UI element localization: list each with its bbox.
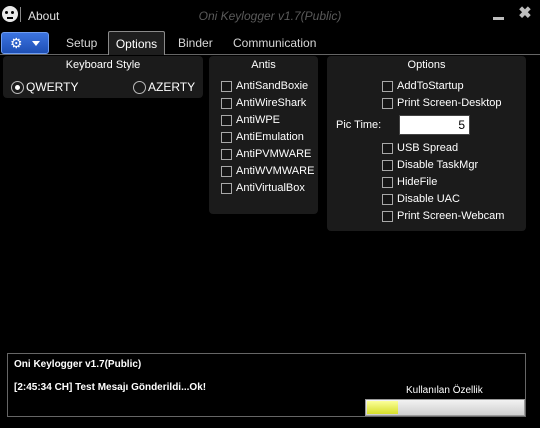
antipvmware-option[interactable]: AntiPVMWARE — [221, 148, 311, 160]
disable-uac-option[interactable]: Disable UAC — [382, 193, 460, 205]
print-screen-desktop-checkbox[interactable] — [382, 97, 393, 109]
antiwvmware-checkbox[interactable] — [221, 165, 232, 177]
print-screen-desktop-option[interactable]: Print Screen-Desktop — [382, 97, 502, 109]
print-screen-webcam-checkbox[interactable] — [382, 210, 393, 222]
gear-icon: ⚙ — [10, 35, 23, 51]
options-title: Options — [407, 59, 446, 71]
status-box: Oni Keylogger v1.7(Public) [2:45:34 CH] … — [7, 353, 526, 417]
title-bar: About Oni Keylogger v1.7(Public) ✖ — [0, 0, 540, 30]
status-title: Oni Keylogger v1.7(Public) — [14, 359, 142, 370]
antis-title: Antis — [251, 59, 276, 71]
feature-progress-fill — [367, 401, 398, 414]
disable-taskmgr-label: Disable TaskMgr — [397, 159, 479, 171]
azerty-label: AZERTY — [148, 80, 196, 94]
antivirtualbox-option[interactable]: AntiVirtualBox — [221, 182, 305, 194]
disable-taskmgr-option[interactable]: Disable TaskMgr — [382, 159, 478, 171]
usb-spread-checkbox[interactable] — [382, 142, 393, 154]
antiemulation-checkbox[interactable] — [221, 131, 232, 143]
tab-options-label: Options — [115, 37, 158, 51]
antisandboxie-option[interactable]: AntiSandBoxie — [221, 80, 308, 92]
print-screen-webcam-label: Print Screen-Webcam — [397, 210, 505, 222]
addtostartup-option[interactable]: AddToStartup — [382, 80, 464, 92]
hidefile-checkbox[interactable] — [382, 176, 393, 188]
disable-taskmgr-checkbox[interactable] — [382, 159, 393, 171]
disable-uac-checkbox[interactable] — [382, 193, 393, 205]
azerty-radio-button[interactable] — [133, 80, 146, 94]
qwerty-label: QWERTY — [26, 80, 79, 94]
feature-progress-bar — [365, 399, 525, 416]
qwerty-radio[interactable]: QWERTY — [11, 80, 78, 94]
status-message: [2:45:34 CH] Test Mesajı Gönderildi...Ok… — [14, 382, 207, 393]
antipvmware-checkbox[interactable] — [221, 148, 232, 160]
antivirtualbox-label: AntiVirtualBox — [236, 182, 305, 194]
antiwpe-checkbox[interactable] — [221, 114, 232, 126]
tab-binder[interactable]: Binder — [178, 36, 213, 50]
usb-spread-option[interactable]: USB Spread — [382, 142, 458, 154]
antiwireshark-option[interactable]: AntiWireShark — [221, 97, 306, 109]
tab-options[interactable]: Options — [108, 31, 165, 55]
addtostartup-checkbox[interactable] — [382, 80, 393, 92]
antivirtualbox-checkbox[interactable] — [221, 182, 232, 194]
pic-time-label: Pic Time: — [336, 119, 382, 131]
tab-communication[interactable]: Communication — [233, 36, 316, 50]
antiwvmware-option[interactable]: AntiWVMWARE — [221, 165, 314, 177]
azerty-radio[interactable]: AZERTY — [133, 80, 195, 94]
usb-spread-label: USB Spread — [397, 142, 459, 154]
window-title: Oni Keylogger v1.7(Public) — [198, 9, 342, 23]
close-icon[interactable]: ✖ — [517, 5, 533, 23]
antiwireshark-label: AntiWireShark — [236, 97, 307, 109]
minimize-icon[interactable] — [492, 8, 506, 22]
antiwvmware-label: AntiWVMWARE — [236, 165, 315, 177]
qwerty-radio-button[interactable] — [11, 80, 24, 94]
disable-uac-label: Disable UAC — [397, 193, 460, 205]
hidefile-option[interactable]: HideFile — [382, 176, 437, 188]
tab-setup[interactable]: Setup — [66, 36, 97, 50]
addtostartup-label: AddToStartup — [397, 80, 464, 92]
antiwireshark-checkbox[interactable] — [221, 97, 232, 109]
print-screen-webcam-option[interactable]: Print Screen-Webcam — [382, 210, 504, 222]
feature-label: Kullanılan Özellik — [406, 385, 483, 396]
antipvmware-label: AntiPVMWARE — [236, 148, 312, 160]
antiemulation-option[interactable]: AntiEmulation — [221, 131, 304, 143]
antisandboxie-label: AntiSandBoxie — [236, 80, 309, 92]
print-screen-desktop-label: Print Screen-Desktop — [397, 97, 502, 109]
hidefile-label: HideFile — [397, 176, 438, 188]
app-menu-button[interactable]: ⚙ — [1, 32, 49, 54]
pic-time-input[interactable]: 5 — [399, 115, 470, 135]
chevron-down-icon — [32, 41, 40, 46]
keyboard-style-title: Keyboard Style — [65, 59, 141, 71]
antiwpe-option[interactable]: AntiWPE — [221, 114, 280, 126]
antiemulation-label: AntiEmulation — [236, 131, 304, 143]
tab-strip-divider — [0, 54, 540, 55]
antisandboxie-checkbox[interactable] — [221, 80, 232, 92]
antiwpe-label: AntiWPE — [236, 114, 281, 126]
